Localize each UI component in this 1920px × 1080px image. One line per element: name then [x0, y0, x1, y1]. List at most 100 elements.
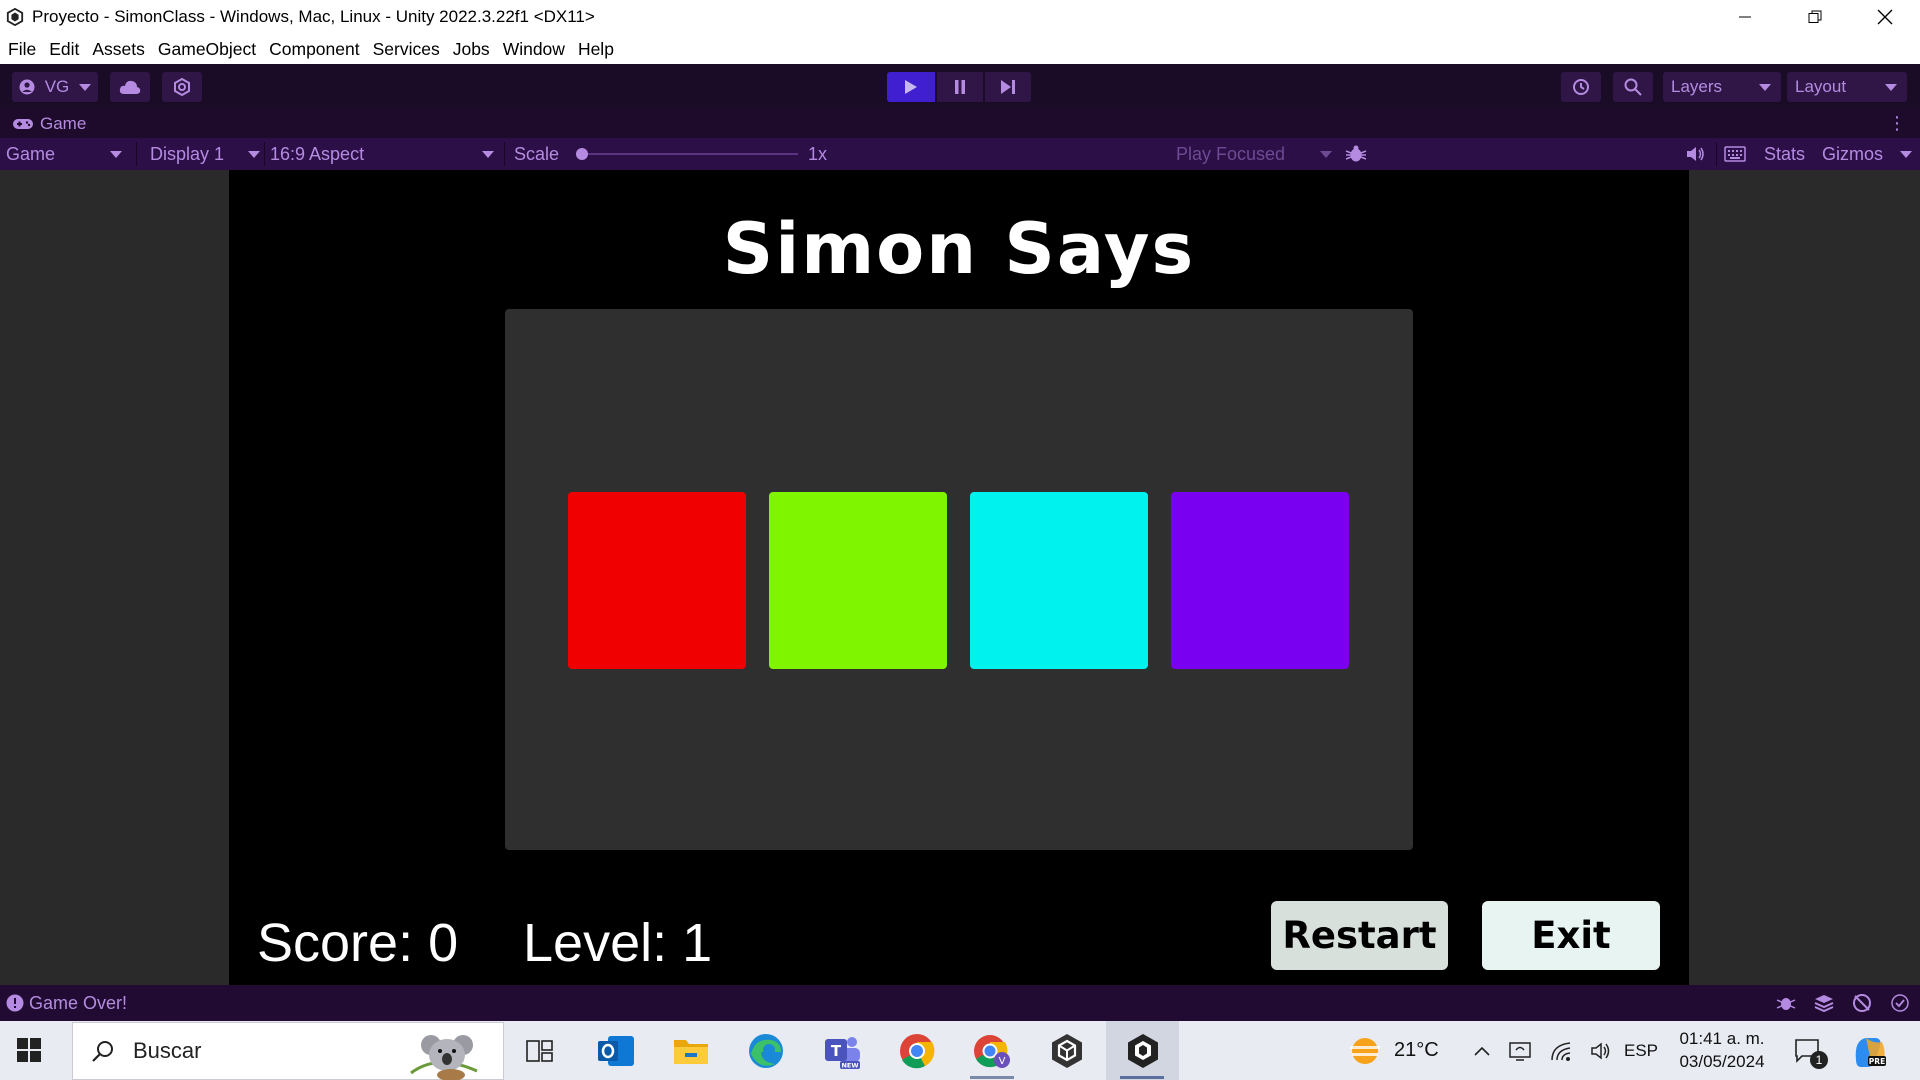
device-sync-icon[interactable]: [1508, 1040, 1532, 1062]
simon-red-button[interactable]: [568, 492, 746, 669]
taskview-button[interactable]: [504, 1021, 576, 1080]
window-controls: [1710, 0, 1920, 34]
play-mode-label: Play Focused: [1176, 143, 1286, 164]
restore-icon: [1808, 10, 1822, 23]
tab-options-icon[interactable]: ⋮: [1888, 114, 1906, 132]
restart-button[interactable]: Restart: [1271, 901, 1448, 970]
taskbar-teams[interactable]: T NEW: [806, 1021, 878, 1080]
chevron-up-icon[interactable]: [1474, 1045, 1490, 1057]
taskbar-unity-editor[interactable]: [1106, 1021, 1179, 1080]
unity-hub-icon: [1052, 1033, 1082, 1068]
folder-icon: [674, 1039, 708, 1064]
display-dropdown[interactable]: Display 1: [150, 138, 260, 170]
weather-sun-icon: [1350, 1037, 1380, 1064]
stats-button[interactable]: Stats: [1764, 138, 1805, 170]
chevron-down-icon: [110, 150, 122, 158]
menu-window[interactable]: Window: [503, 39, 565, 60]
search-icon: [92, 1041, 113, 1062]
aspect-dropdown[interactable]: 16:9 Aspect: [270, 138, 498, 170]
collab-button[interactable]: [162, 72, 202, 102]
menu-help[interactable]: Help: [578, 39, 614, 60]
network-disabled-icon[interactable]: [1852, 993, 1872, 1013]
game-view-controls: Game Display 1 16:9 Aspect Scale 1x Play…: [0, 138, 1920, 170]
simon-purple-button[interactable]: [1171, 492, 1349, 669]
aspect-label: 16:9 Aspect: [270, 143, 365, 164]
unity-logo-icon: [5, 7, 25, 27]
taskbar-outlook[interactable]: [580, 1021, 652, 1080]
windows-taskbar: Buscar T NEW V 21°C ESP 01:41 a. m. 03/0…: [0, 1021, 1920, 1080]
step-forward-icon: [1001, 80, 1015, 94]
account-label: VG: [44, 77, 70, 96]
search-button[interactable]: [1613, 72, 1653, 102]
step-button[interactable]: [985, 72, 1031, 102]
edge-browser-icon: [749, 1033, 783, 1068]
console-message[interactable]: Game Over!: [6, 993, 127, 1014]
menu-edit[interactable]: Edit: [49, 39, 79, 60]
play-mode-dropdown[interactable]: Play Focused: [1176, 138, 1332, 170]
weather-widget[interactable]: 21°C: [1346, 1021, 1439, 1080]
level-label: Level: 1: [523, 913, 713, 973]
debug-bug-icon[interactable]: [1776, 993, 1796, 1013]
view-select-dropdown[interactable]: Game: [6, 138, 130, 170]
close-button[interactable]: [1850, 0, 1920, 34]
scale-slider-handle[interactable]: [576, 148, 588, 160]
taskbar-unity-hub[interactable]: [1031, 1021, 1103, 1080]
task-view-icon: [526, 1039, 553, 1062]
undo-history-button[interactable]: [1561, 72, 1601, 102]
simon-green-button[interactable]: [769, 492, 947, 669]
taskbar-chrome[interactable]: [881, 1021, 953, 1080]
menu-gameobject[interactable]: GameObject: [158, 39, 256, 60]
layout-dropdown[interactable]: Layout: [1787, 72, 1907, 102]
taskbar-file-explorer[interactable]: [655, 1021, 727, 1080]
divider: [136, 142, 137, 166]
simon-cyan-button[interactable]: [970, 492, 1148, 669]
active-indicator: [1120, 1076, 1164, 1079]
bug-icon: [1345, 145, 1367, 162]
menu-assets[interactable]: Assets: [92, 39, 145, 60]
info-icon: [6, 994, 24, 1012]
system-tray-icons: [1474, 1021, 1612, 1080]
svg-text:PRE: PRE: [1869, 1057, 1885, 1066]
layers-stack-icon[interactable]: [1814, 993, 1834, 1013]
menu-file[interactable]: File: [8, 39, 36, 60]
check-circle-icon[interactable]: [1890, 993, 1910, 1013]
cloud-button[interactable]: [110, 72, 150, 102]
scale-value: 1x: [808, 143, 828, 164]
notification-center-button[interactable]: 1: [1794, 1021, 1828, 1080]
game-tab-header: Game ⋮: [0, 110, 1920, 138]
chevron-down-icon: [248, 150, 260, 158]
svg-text:V: V: [999, 1056, 1006, 1067]
taskbar-chrome-profile[interactable]: V: [956, 1021, 1028, 1080]
minimize-button[interactable]: [1710, 0, 1780, 34]
title-bar: Proyecto - SimonClass - Windows, Mac, Li…: [0, 0, 1920, 34]
menu-jobs[interactable]: Jobs: [453, 39, 490, 60]
chevron-down-icon: [1900, 150, 1912, 158]
clock[interactable]: 01:41 a. m. 03/05/2024: [1676, 1021, 1768, 1080]
copilot-button[interactable]: PRE: [1852, 1021, 1888, 1080]
layers-dropdown[interactable]: Layers: [1663, 72, 1781, 102]
tab-game[interactable]: Game: [12, 114, 86, 134]
mute-audio-button[interactable]: [1686, 138, 1706, 170]
start-button[interactable]: [16, 1037, 42, 1068]
volume-icon[interactable]: [1590, 1041, 1612, 1061]
input-language[interactable]: ESP: [1624, 1021, 1658, 1080]
pause-button[interactable]: [937, 72, 983, 102]
taskbar-search[interactable]: Buscar: [72, 1022, 504, 1080]
exit-button[interactable]: Exit: [1482, 901, 1660, 970]
scale-slider-track-wrap: [576, 138, 800, 170]
taskbar-edge[interactable]: [730, 1021, 802, 1080]
menu-services[interactable]: Services: [373, 39, 440, 60]
frame-debugger-button[interactable]: [1345, 138, 1367, 170]
account-dropdown[interactable]: VG: [12, 72, 98, 102]
wifi-icon[interactable]: [1550, 1041, 1572, 1061]
account-icon: [19, 79, 35, 95]
status-bar: Game Over!: [0, 985, 1920, 1021]
restore-button[interactable]: [1780, 0, 1850, 34]
view-select-label: Game: [6, 143, 56, 164]
keyboard-shortcuts-button[interactable]: [1724, 138, 1746, 170]
menu-bar: File Edit Assets GameObject Component Se…: [0, 34, 1920, 64]
scale-slider[interactable]: [576, 138, 800, 170]
menu-component[interactable]: Component: [269, 39, 359, 60]
play-button[interactable]: [887, 72, 935, 102]
gizmos-dropdown[interactable]: Gizmos: [1822, 138, 1912, 170]
